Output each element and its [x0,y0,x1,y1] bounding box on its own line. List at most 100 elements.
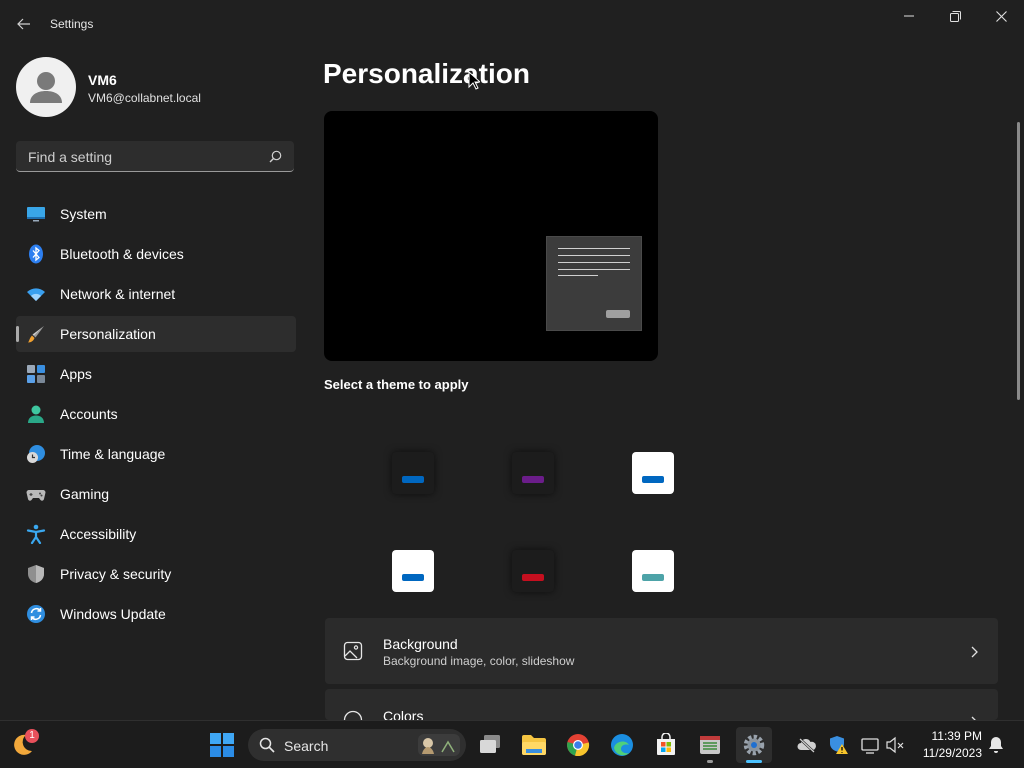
theme-option[interactable] [512,452,554,494]
sidebar-item-label: Apps [60,366,92,382]
sidebar-item-label: Accessibility [60,526,137,542]
theme-accent-bar [402,475,424,483]
store-icon [657,733,675,755]
sidebar-item-gaming[interactable]: Gaming [16,476,296,512]
theme-accent-bar [522,475,544,483]
sidebar-item-accounts[interactable]: Accounts [16,396,296,432]
close-icon [995,10,1007,22]
monitor-icon [26,204,46,224]
bluetooth-icon [26,244,46,264]
gamepad-icon [26,484,46,504]
theme-option[interactable] [392,452,434,494]
minimize-icon [904,15,914,17]
security-warning-icon[interactable] [829,735,849,755]
card-subtitle: Background image, color, slideshow [383,654,575,668]
chrome-icon [567,734,590,757]
task-view-icon [480,735,500,753]
avatar[interactable] [16,57,76,117]
globe-clock-icon [26,444,46,464]
clock-date[interactable]: 11/29/2023 [912,746,982,760]
theme-option[interactable] [392,550,434,592]
store-button[interactable] [648,727,684,763]
taskbar-search[interactable]: Search [248,729,466,761]
sidebar-item-time-language[interactable]: Time & language [16,436,296,472]
background-setting-card[interactable]: Background Background image, color, slid… [325,618,998,684]
sidebar-item-personalization[interactable]: Personalization [16,316,296,352]
notification-bell-icon[interactable] [986,735,1006,755]
user-name: VM6 [88,72,117,88]
widgets-button[interactable]: 1 [4,727,40,763]
back-button[interactable] [10,12,38,36]
taskbar-search-label: Search [284,738,329,754]
selection-indicator [16,326,19,342]
file-explorer-button[interactable] [516,727,552,763]
volume-muted-icon[interactable] [885,735,905,755]
search-box[interactable] [16,141,294,173]
image-icon [343,641,363,666]
theme-accent-bar [642,573,664,581]
sidebar-item-network[interactable]: Network & internet [16,276,296,312]
title-bar: Settings [0,0,1024,48]
edge-button[interactable] [604,727,640,763]
accessibility-icon [26,524,46,545]
windows-logo-icon [210,733,234,757]
restore-icon [949,10,961,22]
close-button[interactable] [978,0,1024,32]
app-tool-icon [700,736,720,754]
clock-time[interactable]: 11:39 PM [918,729,982,743]
search-icon[interactable] [269,150,282,168]
widget-badge: 1 [25,729,39,743]
edge-icon [611,734,633,756]
start-button[interactable] [204,727,240,763]
sidebar-item-windows-update[interactable]: Windows Update [16,596,296,632]
sidebar-item-privacy[interactable]: Privacy & security [16,556,296,592]
apps-icon [26,364,46,384]
palette-icon [343,710,363,720]
card-title: Background [383,636,458,652]
task-view-button[interactable] [472,727,508,763]
sidebar-item-apps[interactable]: Apps [16,356,296,392]
page-title: Personalization [323,58,530,89]
wifi-icon [26,284,46,304]
sidebar-item-system[interactable]: System [16,196,296,232]
theme-option[interactable] [632,452,674,494]
update-icon [26,604,46,624]
sidebar-item-label: System [60,206,107,222]
theme-option[interactable] [512,550,554,592]
sidebar-item-label: Accounts [60,406,118,422]
theme-option[interactable] [632,550,674,592]
sidebar-item-label: Gaming [60,486,110,502]
user-email: VM6@collabnet.local [88,91,201,105]
folder-icon [522,735,546,755]
colors-setting-card[interactable]: Colors [325,689,998,720]
theme-heading: Select a theme to apply [324,377,469,392]
shield-icon [26,564,46,584]
network-icon[interactable] [860,735,880,755]
search-highlight-icon [418,734,460,756]
chevron-right-icon [970,645,978,663]
search-icon [259,737,275,753]
person-silhouette-icon [30,72,62,103]
gear-icon [743,734,765,756]
mouse-cursor-icon [468,71,480,90]
search-input[interactable] [26,141,270,173]
taskbar: 1 Search 11:39 PM 11/29/2023 [0,720,1024,768]
onedrive-offline-icon[interactable] [797,735,817,755]
sidebar-item-accessibility[interactable]: Accessibility [16,516,296,552]
app-button[interactable] [692,727,728,763]
scrollbar[interactable] [1017,122,1020,400]
sidebar-item-label: Windows Update [60,606,166,622]
brush-icon [26,324,46,344]
sidebar-item-label: Network & internet [60,286,176,302]
sidebar-item-label: Personalization [60,326,156,342]
theme-accent-bar [522,573,544,581]
settings-button[interactable] [736,727,772,763]
restore-button[interactable] [932,0,978,32]
sidebar-item-bluetooth[interactable]: Bluetooth & devices [16,236,296,272]
sidebar-item-label: Bluetooth & devices [60,246,184,262]
theme-accent-bar [402,573,424,581]
minimize-button[interactable] [886,0,932,32]
theme-accent-bar [642,475,664,483]
chrome-button[interactable] [560,727,596,763]
preview-window-mockup [546,236,642,331]
